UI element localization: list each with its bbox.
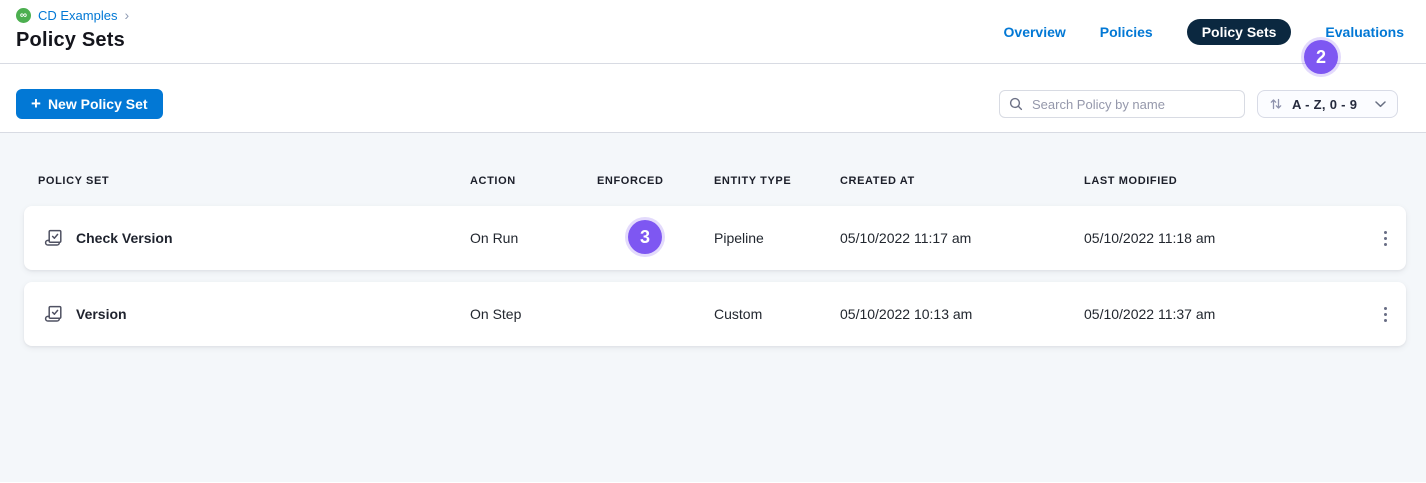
new-policy-set-button[interactable]: + New Policy Set <box>16 89 163 119</box>
row-menu-kebab-icon[interactable] <box>1364 225 1406 252</box>
breadcrumb-chevron-icon: › <box>124 9 129 22</box>
col-header-policy-set: POLICY SET <box>24 175 470 187</box>
annotation-step-badge-3: 3 <box>628 220 662 254</box>
search-icon <box>1008 96 1024 112</box>
col-header-enforced: ENFORCED <box>593 175 714 187</box>
chevron-down-icon <box>1375 101 1386 108</box>
col-header-entity-type: ENTITY TYPE <box>714 175 840 187</box>
sort-selected-value: A - Z, 0 - 9 <box>1292 97 1366 112</box>
last-modified-value: 05/10/2022 11:18 am <box>1084 230 1364 246</box>
policy-sets-table: POLICY SET ACTION ENFORCED ENTITY TYPE C… <box>0 133 1426 482</box>
sort-dropdown[interactable]: A - Z, 0 - 9 <box>1257 90 1398 118</box>
last-modified-value: 05/10/2022 11:37 am <box>1084 306 1364 322</box>
table-row[interactable]: Check Version On Run Pipeline 05/10/2022… <box>24 206 1406 270</box>
entity-type-value: Pipeline <box>714 230 840 246</box>
action-value: On Run <box>470 230 593 246</box>
breadcrumb: ∞ CD Examples › <box>16 8 129 23</box>
search-input[interactable] <box>999 90 1245 118</box>
policy-set-icon <box>44 228 64 248</box>
plus-icon: + <box>31 94 41 114</box>
row-menu-kebab-icon[interactable] <box>1364 301 1406 328</box>
policy-set-name: Check Version <box>76 230 173 246</box>
breadcrumb-project-link[interactable]: CD Examples <box>38 8 117 23</box>
entity-type-value: Custom <box>714 306 840 322</box>
toggle-knob <box>579 316 591 328</box>
page-title: Policy Sets <box>16 29 125 52</box>
col-header-last-modified: LAST MODIFIED <box>1084 175 1364 187</box>
page-header: ∞ CD Examples › Policy Sets Overview Pol… <box>0 0 1426 64</box>
top-nav: Overview Policies Policy Sets Evaluation… <box>1004 19 1404 45</box>
col-header-created-at: CREATED AT <box>840 175 1084 187</box>
table-header-row: POLICY SET ACTION ENFORCED ENTITY TYPE C… <box>24 175 1406 187</box>
tab-policies[interactable]: Policies <box>1100 24 1153 40</box>
created-at-value: 05/10/2022 11:17 am <box>840 230 1084 246</box>
col-header-action: ACTION <box>470 175 593 187</box>
toolbar: + New Policy Set A - Z, 0 - 9 <box>0 64 1426 133</box>
created-at-value: 05/10/2022 10:13 am <box>840 306 1084 322</box>
cd-module-icon: ∞ <box>16 8 31 23</box>
table-row[interactable]: Version On Step Custom 05/10/2022 10:13 … <box>24 282 1406 346</box>
new-policy-set-label: New Policy Set <box>48 96 148 112</box>
toggle-knob <box>579 240 591 252</box>
search-field-wrap <box>999 90 1245 118</box>
policy-set-icon <box>44 304 64 324</box>
policy-set-name: Version <box>76 306 127 322</box>
policy-sets-page: ∞ CD Examples › Policy Sets Overview Pol… <box>0 0 1426 483</box>
tab-policy-sets[interactable]: Policy Sets <box>1187 19 1292 45</box>
sort-arrows-icon <box>1269 97 1283 111</box>
annotation-step-badge-2: 2 <box>1304 40 1338 74</box>
tab-overview[interactable]: Overview <box>1004 24 1066 40</box>
tab-evaluations[interactable]: Evaluations <box>1325 24 1404 40</box>
action-value: On Step <box>470 306 593 322</box>
